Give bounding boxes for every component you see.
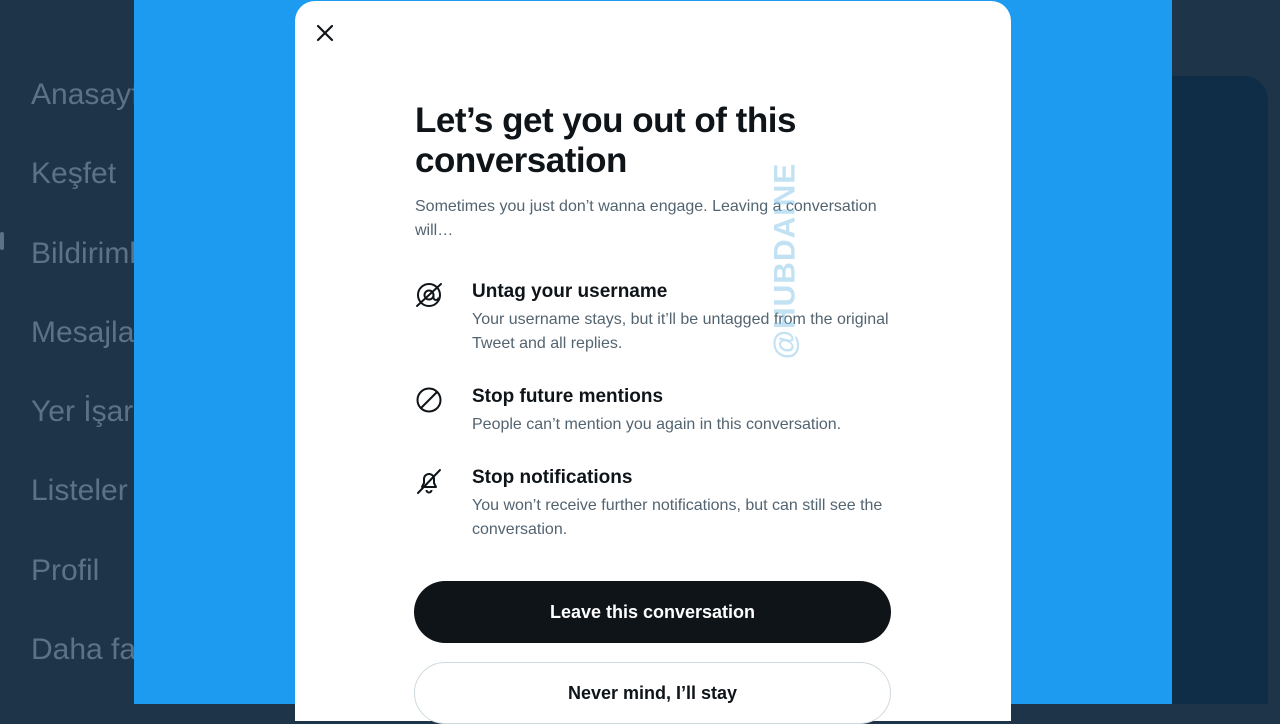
- dialog-subtitle: Sometimes you just don’t wanna engage. L…: [415, 198, 877, 239]
- bell-off-icon: [417, 469, 441, 494]
- feature-description: You won’t receive further notifications,…: [472, 497, 883, 538]
- sidebar-item-explore[interactable]: Keşfet: [31, 157, 116, 191]
- feature-title: Stop future mentions: [472, 386, 664, 407]
- watermark: @HUBDAINE: [765, 141, 805, 381]
- feature-description: Your username stays, but it’ll be untagg…: [472, 311, 889, 352]
- feature-title: Stop notifications: [472, 467, 633, 488]
- close-button[interactable]: [307, 15, 343, 51]
- leave-conversation-dialog: Let’s get you out of this conversation S…: [295, 1, 1011, 724]
- dialog-title: Let’s get you out of this conversation: [415, 101, 796, 180]
- sidebar-item-profile[interactable]: Profil: [31, 554, 99, 588]
- stay-button[interactable]: Never mind, I’ll stay: [414, 662, 891, 724]
- right-panel-card: [1172, 76, 1268, 704]
- sidebar-item-more[interactable]: Daha fazla: [31, 633, 134, 667]
- sidebar-nav: Anasayfa Keşfet Bildirimler Mesajlar Yer…: [0, 0, 134, 704]
- sidebar-item-messages[interactable]: Mesajlar: [31, 316, 134, 350]
- sidebar-item-notifications[interactable]: Bildirimler: [31, 237, 134, 271]
- watermark-text: @HUBDAINE: [768, 162, 801, 360]
- block-icon: [416, 387, 442, 413]
- feature-description: People can’t mention you again in this c…: [472, 416, 842, 433]
- sidebar-item-bookmarks[interactable]: Yer İşaretleri: [31, 395, 134, 429]
- notification-dot: [0, 232, 4, 250]
- right-panel: [1172, 0, 1280, 704]
- close-icon: [316, 24, 334, 42]
- sidebar-item-home[interactable]: Anasayfa: [31, 78, 134, 112]
- feature-title: Untag your username: [472, 281, 668, 302]
- untag-icon: [416, 283, 442, 307]
- dialog-header: Let’s get you out of this conversation S…: [415, 101, 895, 243]
- sidebar-item-lists[interactable]: Listeler: [31, 474, 128, 508]
- leave-conversation-button[interactable]: Leave this conversation: [414, 581, 891, 643]
